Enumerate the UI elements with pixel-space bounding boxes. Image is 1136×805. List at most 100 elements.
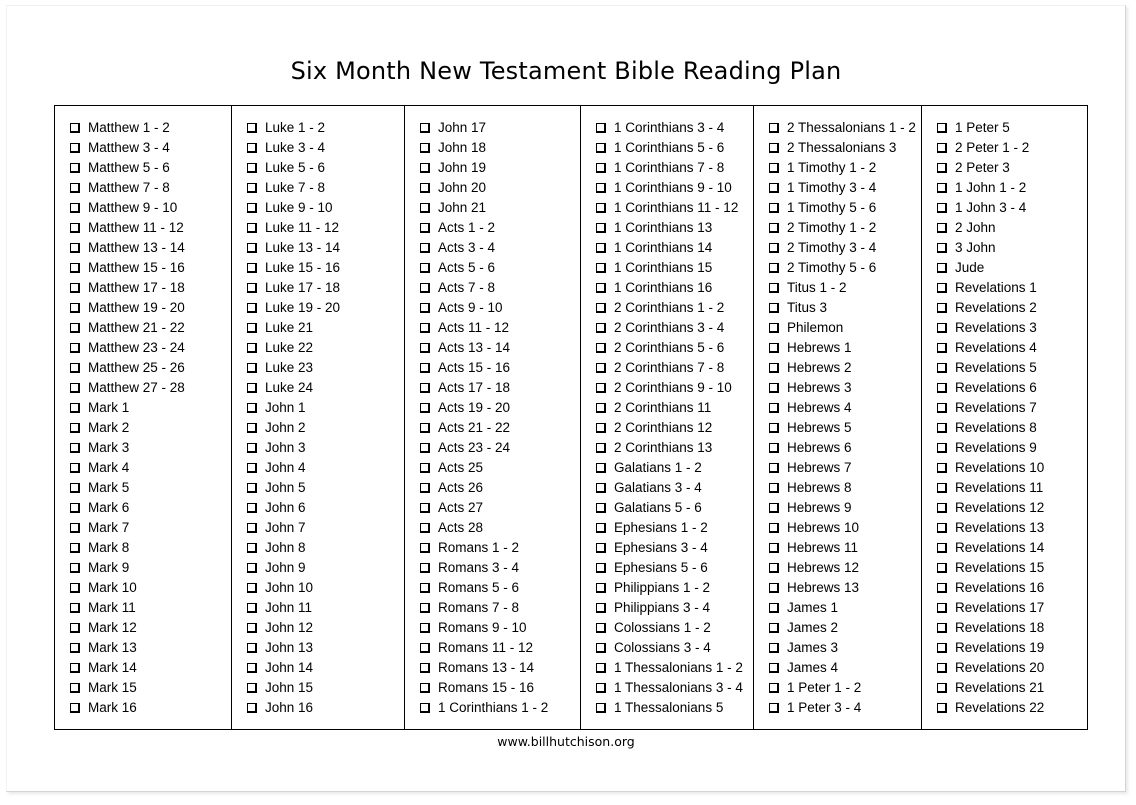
reading-entry[interactable]: Hebrews 10 [754, 518, 921, 538]
empty-checkbox-icon[interactable] [70, 623, 80, 633]
reading-entry[interactable]: Acts 23 - 24 [405, 438, 580, 458]
empty-checkbox-icon[interactable] [420, 303, 430, 313]
empty-checkbox-icon[interactable] [937, 323, 947, 333]
reading-entry[interactable]: Mark 1 [55, 398, 231, 418]
reading-entry[interactable]: Matthew 25 - 26 [55, 358, 231, 378]
empty-checkbox-icon[interactable] [420, 483, 430, 493]
reading-entry[interactable]: 1 Corinthians 15 [581, 258, 753, 278]
empty-checkbox-icon[interactable] [769, 403, 779, 413]
reading-entry[interactable]: Acts 3 - 4 [405, 238, 580, 258]
reading-entry[interactable]: Revelations 12 [922, 498, 1087, 518]
reading-entry[interactable]: Galatians 3 - 4 [581, 478, 753, 498]
empty-checkbox-icon[interactable] [420, 143, 430, 153]
reading-entry[interactable]: 1 Thessalonians 5 [581, 698, 753, 718]
empty-checkbox-icon[interactable] [596, 483, 606, 493]
empty-checkbox-icon[interactable] [937, 163, 947, 173]
empty-checkbox-icon[interactable] [596, 603, 606, 613]
empty-checkbox-icon[interactable] [596, 623, 606, 633]
empty-checkbox-icon[interactable] [70, 683, 80, 693]
empty-checkbox-icon[interactable] [247, 403, 257, 413]
empty-checkbox-icon[interactable] [247, 583, 257, 593]
empty-checkbox-icon[interactable] [769, 703, 779, 713]
empty-checkbox-icon[interactable] [420, 563, 430, 573]
reading-entry[interactable]: Luke 22 [232, 338, 404, 358]
empty-checkbox-icon[interactable] [247, 263, 257, 273]
empty-checkbox-icon[interactable] [70, 323, 80, 333]
reading-entry[interactable]: Matthew 5 - 6 [55, 158, 231, 178]
empty-checkbox-icon[interactable] [247, 303, 257, 313]
empty-checkbox-icon[interactable] [247, 543, 257, 553]
reading-entry[interactable]: Luke 3 - 4 [232, 138, 404, 158]
empty-checkbox-icon[interactable] [596, 223, 606, 233]
reading-entry[interactable]: John 18 [405, 138, 580, 158]
empty-checkbox-icon[interactable] [769, 303, 779, 313]
empty-checkbox-icon[interactable] [937, 503, 947, 513]
empty-checkbox-icon[interactable] [70, 203, 80, 213]
empty-checkbox-icon[interactable] [769, 503, 779, 513]
reading-entry[interactable]: John 12 [232, 618, 404, 638]
empty-checkbox-icon[interactable] [769, 343, 779, 353]
empty-checkbox-icon[interactable] [247, 703, 257, 713]
reading-entry[interactable]: Hebrews 12 [754, 558, 921, 578]
reading-entry[interactable]: Acts 1 - 2 [405, 218, 580, 238]
empty-checkbox-icon[interactable] [937, 243, 947, 253]
empty-checkbox-icon[interactable] [769, 223, 779, 233]
reading-entry[interactable]: 1 Peter 1 - 2 [754, 678, 921, 698]
empty-checkbox-icon[interactable] [596, 243, 606, 253]
empty-checkbox-icon[interactable] [247, 243, 257, 253]
empty-checkbox-icon[interactable] [769, 563, 779, 573]
empty-checkbox-icon[interactable] [70, 543, 80, 553]
empty-checkbox-icon[interactable] [596, 423, 606, 433]
reading-entry[interactable]: Hebrews 1 [754, 338, 921, 358]
empty-checkbox-icon[interactable] [420, 123, 430, 133]
reading-entry[interactable]: Revelations 11 [922, 478, 1087, 498]
reading-entry[interactable]: James 3 [754, 638, 921, 658]
reading-entry[interactable]: Luke 21 [232, 318, 404, 338]
reading-entry[interactable]: Colossians 1 - 2 [581, 618, 753, 638]
empty-checkbox-icon[interactable] [247, 223, 257, 233]
empty-checkbox-icon[interactable] [596, 343, 606, 353]
reading-entry[interactable]: Matthew 21 - 22 [55, 318, 231, 338]
reading-entry[interactable]: Mark 14 [55, 658, 231, 678]
reading-entry[interactable]: 2 Thessalonians 3 [754, 138, 921, 158]
empty-checkbox-icon[interactable] [70, 663, 80, 673]
reading-entry[interactable]: 2 Timothy 5 - 6 [754, 258, 921, 278]
empty-checkbox-icon[interactable] [70, 123, 80, 133]
empty-checkbox-icon[interactable] [937, 523, 947, 533]
reading-entry[interactable]: Luke 13 - 14 [232, 238, 404, 258]
reading-entry[interactable]: Romans 3 - 4 [405, 558, 580, 578]
empty-checkbox-icon[interactable] [596, 543, 606, 553]
reading-entry[interactable]: Acts 26 [405, 478, 580, 498]
empty-checkbox-icon[interactable] [247, 683, 257, 693]
empty-checkbox-icon[interactable] [769, 363, 779, 373]
reading-entry[interactable]: Mark 10 [55, 578, 231, 598]
empty-checkbox-icon[interactable] [247, 363, 257, 373]
empty-checkbox-icon[interactable] [596, 643, 606, 653]
reading-entry[interactable]: 2 Timothy 3 - 4 [754, 238, 921, 258]
reading-entry[interactable]: John 9 [232, 558, 404, 578]
reading-entry[interactable]: Romans 15 - 16 [405, 678, 580, 698]
reading-entry[interactable]: Mark 9 [55, 558, 231, 578]
reading-entry[interactable]: 1 Corinthians 7 - 8 [581, 158, 753, 178]
reading-entry[interactable]: John 21 [405, 198, 580, 218]
empty-checkbox-icon[interactable] [420, 283, 430, 293]
reading-entry[interactable]: Luke 9 - 10 [232, 198, 404, 218]
reading-entry[interactable]: 2 Corinthians 13 [581, 438, 753, 458]
empty-checkbox-icon[interactable] [420, 163, 430, 173]
empty-checkbox-icon[interactable] [420, 603, 430, 613]
reading-entry[interactable]: 2 Thessalonians 1 - 2 [754, 118, 921, 138]
empty-checkbox-icon[interactable] [420, 523, 430, 533]
reading-entry[interactable]: Acts 17 - 18 [405, 378, 580, 398]
empty-checkbox-icon[interactable] [70, 503, 80, 513]
reading-entry[interactable]: Luke 23 [232, 358, 404, 378]
empty-checkbox-icon[interactable] [769, 643, 779, 653]
reading-entry[interactable]: Acts 28 [405, 518, 580, 538]
empty-checkbox-icon[interactable] [70, 283, 80, 293]
reading-entry[interactable]: Revelations 19 [922, 638, 1087, 658]
empty-checkbox-icon[interactable] [769, 683, 779, 693]
reading-entry[interactable]: Mark 2 [55, 418, 231, 438]
reading-entry[interactable]: Hebrews 9 [754, 498, 921, 518]
empty-checkbox-icon[interactable] [596, 523, 606, 533]
reading-entry[interactable]: Mark 7 [55, 518, 231, 538]
empty-checkbox-icon[interactable] [769, 243, 779, 253]
